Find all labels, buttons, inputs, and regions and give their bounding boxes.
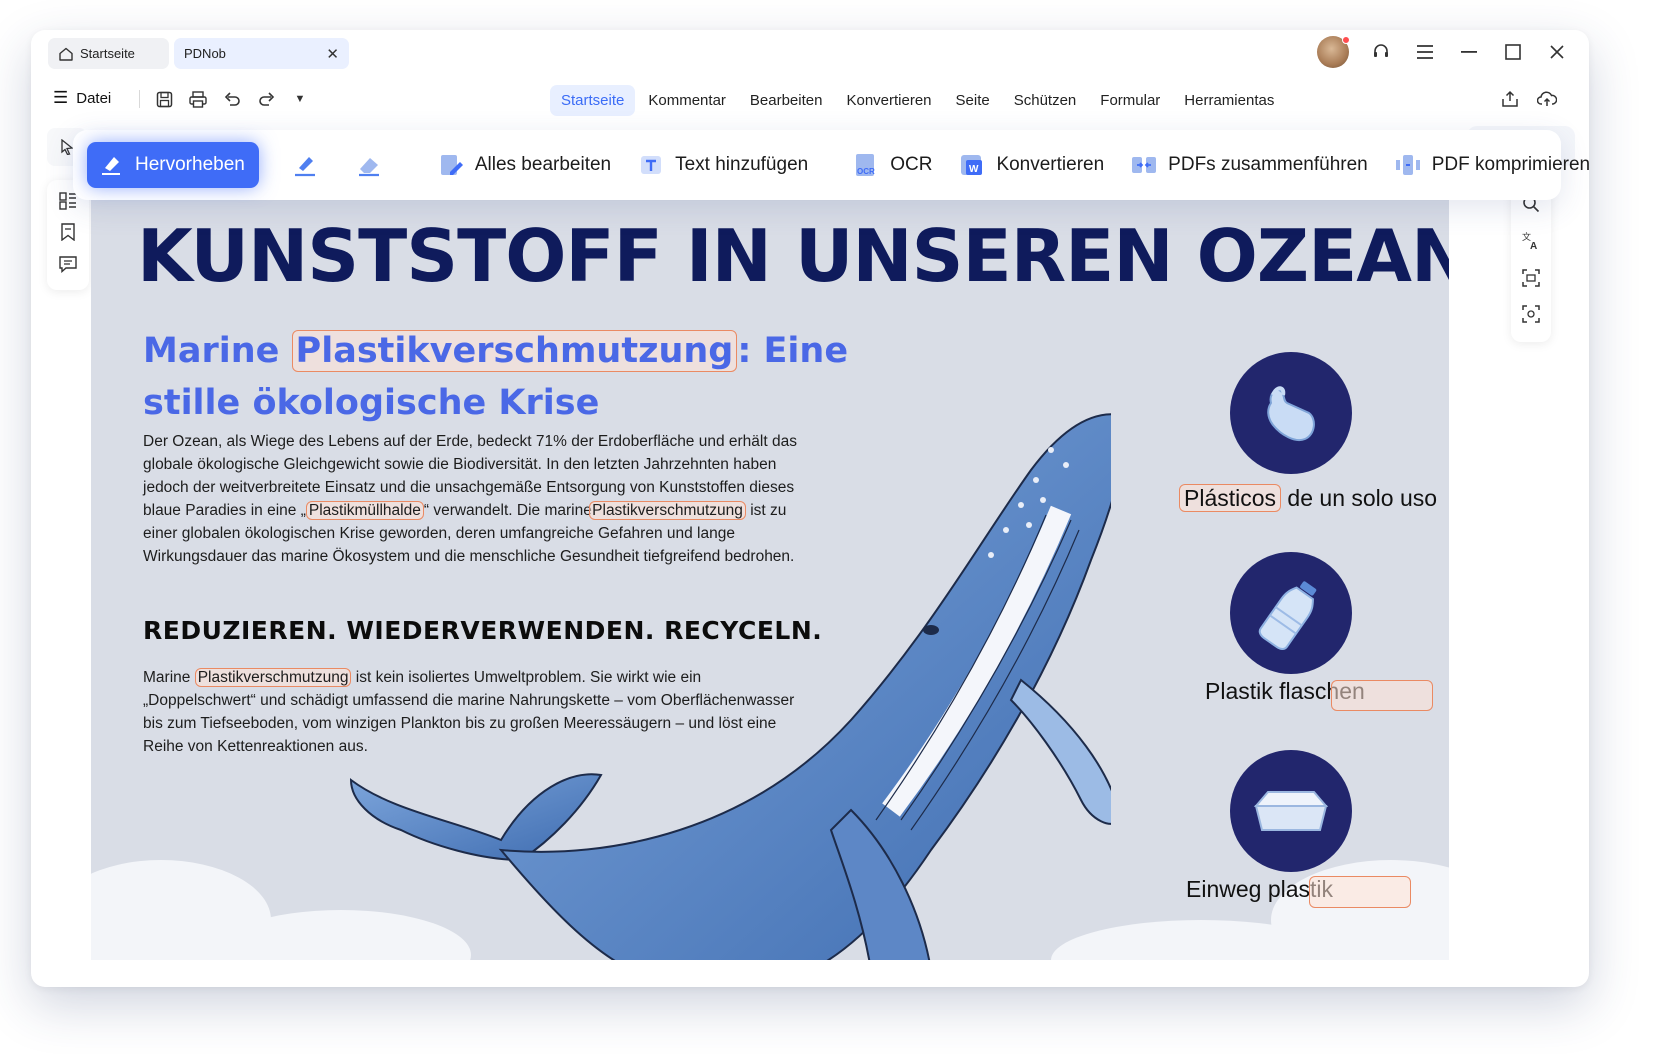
tool-merge-label: PDFs zusammenführen — [1168, 154, 1368, 175]
subtitle-text: Marine — [143, 331, 292, 371]
nav-seite[interactable]: Seite — [945, 85, 1001, 116]
title-bar: Startseite PDNob ✕ — [31, 30, 1589, 74]
right-sidebar: 文A — [1511, 180, 1551, 342]
marker-icon — [291, 151, 319, 179]
nav-herramientas[interactable]: Herramientas — [1173, 85, 1285, 116]
nav-startseite[interactable]: Startseite — [550, 84, 636, 116]
food-container-icon — [1230, 750, 1352, 872]
file-menu[interactable]: ☰ Datei — [53, 88, 111, 108]
tool-convert[interactable]: W Konvertieren — [958, 151, 1104, 179]
compress-icon — [1394, 151, 1422, 179]
edit-all-icon — [437, 151, 465, 179]
print-icon[interactable] — [188, 88, 208, 110]
tool-marker[interactable] — [291, 151, 329, 179]
tool-ocr-label: OCR — [890, 154, 933, 175]
whale-illustration — [349, 413, 1111, 960]
label-single-use-plastics: Plásticos de un solo uso — [1179, 484, 1438, 512]
comment-icon[interactable] — [59, 255, 77, 278]
file-menu-label: Datei — [76, 89, 112, 107]
highlight-annotation[interactable]: Plastikverschmutzung — [194, 668, 352, 687]
notification-dot — [1342, 36, 1350, 44]
nav-schuetzen[interactable]: Schützen — [1003, 85, 1088, 116]
save-icon[interactable] — [154, 88, 174, 110]
tab-document[interactable]: PDNob ✕ — [174, 38, 349, 69]
home-icon — [58, 46, 74, 62]
hamburger-icon: ☰ — [53, 88, 69, 107]
tool-merge[interactable]: PDFs zusammenführen — [1130, 151, 1368, 179]
svg-text:OCR: OCR — [857, 167, 875, 176]
minimize-icon[interactable] — [1451, 36, 1487, 68]
svg-text:A: A — [1530, 241, 1537, 251]
redo-icon[interactable] — [256, 88, 276, 110]
plastic-bag-icon — [1230, 352, 1352, 474]
svg-text:W: W — [969, 164, 979, 175]
tool-highlight-label: Hervorheben — [135, 154, 245, 175]
main-nav: Startseite Kommentar Bearbeiten Konverti… — [550, 82, 1285, 118]
tool-compress-label: PDF komprimieren — [1431, 154, 1589, 175]
document-title: KUNSTSTOFF IN UNSEREN OZEANE — [137, 214, 1449, 298]
tool-compress[interactable]: PDF komprimieren — [1394, 151, 1589, 179]
plastic-bottle-icon — [1230, 552, 1352, 674]
translate-icon[interactable]: 文A — [1521, 231, 1541, 256]
add-text-icon — [637, 151, 665, 179]
undo-icon[interactable] — [222, 88, 242, 110]
merge-icon — [1130, 151, 1158, 179]
highlight-annotation[interactable] — [1331, 680, 1433, 711]
support-icon[interactable] — [1363, 36, 1399, 68]
tab-document-label: PDNob — [184, 46, 226, 61]
paragraph-text: Marine — [143, 669, 195, 686]
document-page: KUNSTSTOFF IN UNSEREN OZEANE Marine Plas… — [91, 200, 1449, 960]
ocr-icon: OCR — [852, 151, 880, 179]
highlight-annotation[interactable]: Plásticos — [1179, 484, 1282, 512]
tab-home-label: Startseite — [80, 46, 135, 61]
highlight-icon — [97, 151, 125, 179]
tool-convert-label: Konvertieren — [996, 154, 1105, 175]
cloud-decoration — [1271, 860, 1449, 960]
nav-formular[interactable]: Formular — [1089, 85, 1171, 116]
close-window-icon[interactable] — [1539, 36, 1575, 68]
nav-konvertieren[interactable]: Konvertieren — [835, 85, 942, 116]
tool-ocr[interactable]: OCR OCR — [852, 151, 932, 179]
eraser-icon — [355, 151, 383, 179]
ocr-scan-icon[interactable] — [1522, 304, 1540, 328]
label-text: de un solo uso — [1281, 485, 1438, 511]
avatar[interactable] — [1317, 36, 1350, 68]
share-icon[interactable] — [1501, 90, 1519, 113]
menu-bar: ☰ Datei ▼ Startseite Kommentar Bearbeite… — [31, 82, 1589, 126]
quick-actions: ▼ — [139, 88, 310, 110]
cloud-upload-icon[interactable] — [1536, 90, 1558, 113]
highlight-annotation[interactable]: Plastikverschmutzung — [291, 330, 738, 372]
right-actions — [1501, 90, 1558, 113]
convert-icon: W — [958, 151, 986, 179]
more-dropdown-icon[interactable]: ▼ — [290, 88, 310, 110]
nav-bearbeiten[interactable]: Bearbeiten — [739, 85, 834, 116]
screenshot-icon[interactable] — [1522, 268, 1540, 292]
nav-kommentar[interactable]: Kommentar — [637, 85, 737, 116]
highlight-annotation[interactable] — [1309, 876, 1411, 908]
tool-edit-all-label: Alles bearbeiten — [474, 154, 612, 175]
tool-eraser[interactable] — [355, 151, 393, 179]
divider — [139, 90, 140, 108]
tab-home[interactable]: Startseite — [48, 38, 169, 69]
edit-toolbar: Hervorheben Alles bearbeiten Text hinzuf… — [73, 130, 1589, 200]
thumbnails-icon[interactable] — [59, 192, 77, 215]
window-controls — [1317, 36, 1575, 68]
tool-add-text[interactable]: Text hinzufügen — [637, 151, 808, 179]
tool-edit-all[interactable]: Alles bearbeiten — [437, 151, 611, 179]
bookmark-icon[interactable] — [60, 223, 76, 246]
close-icon[interactable]: ✕ — [326, 45, 339, 63]
app-window: Startseite PDNob ✕ ☰ Datei ▼ Startseite … — [31, 30, 1589, 987]
tool-highlight[interactable]: Hervorheben — [87, 142, 259, 188]
tool-add-text-label: Text hinzufügen — [675, 154, 809, 175]
menu-icon[interactable] — [1407, 36, 1443, 68]
maximize-icon[interactable] — [1495, 36, 1531, 68]
